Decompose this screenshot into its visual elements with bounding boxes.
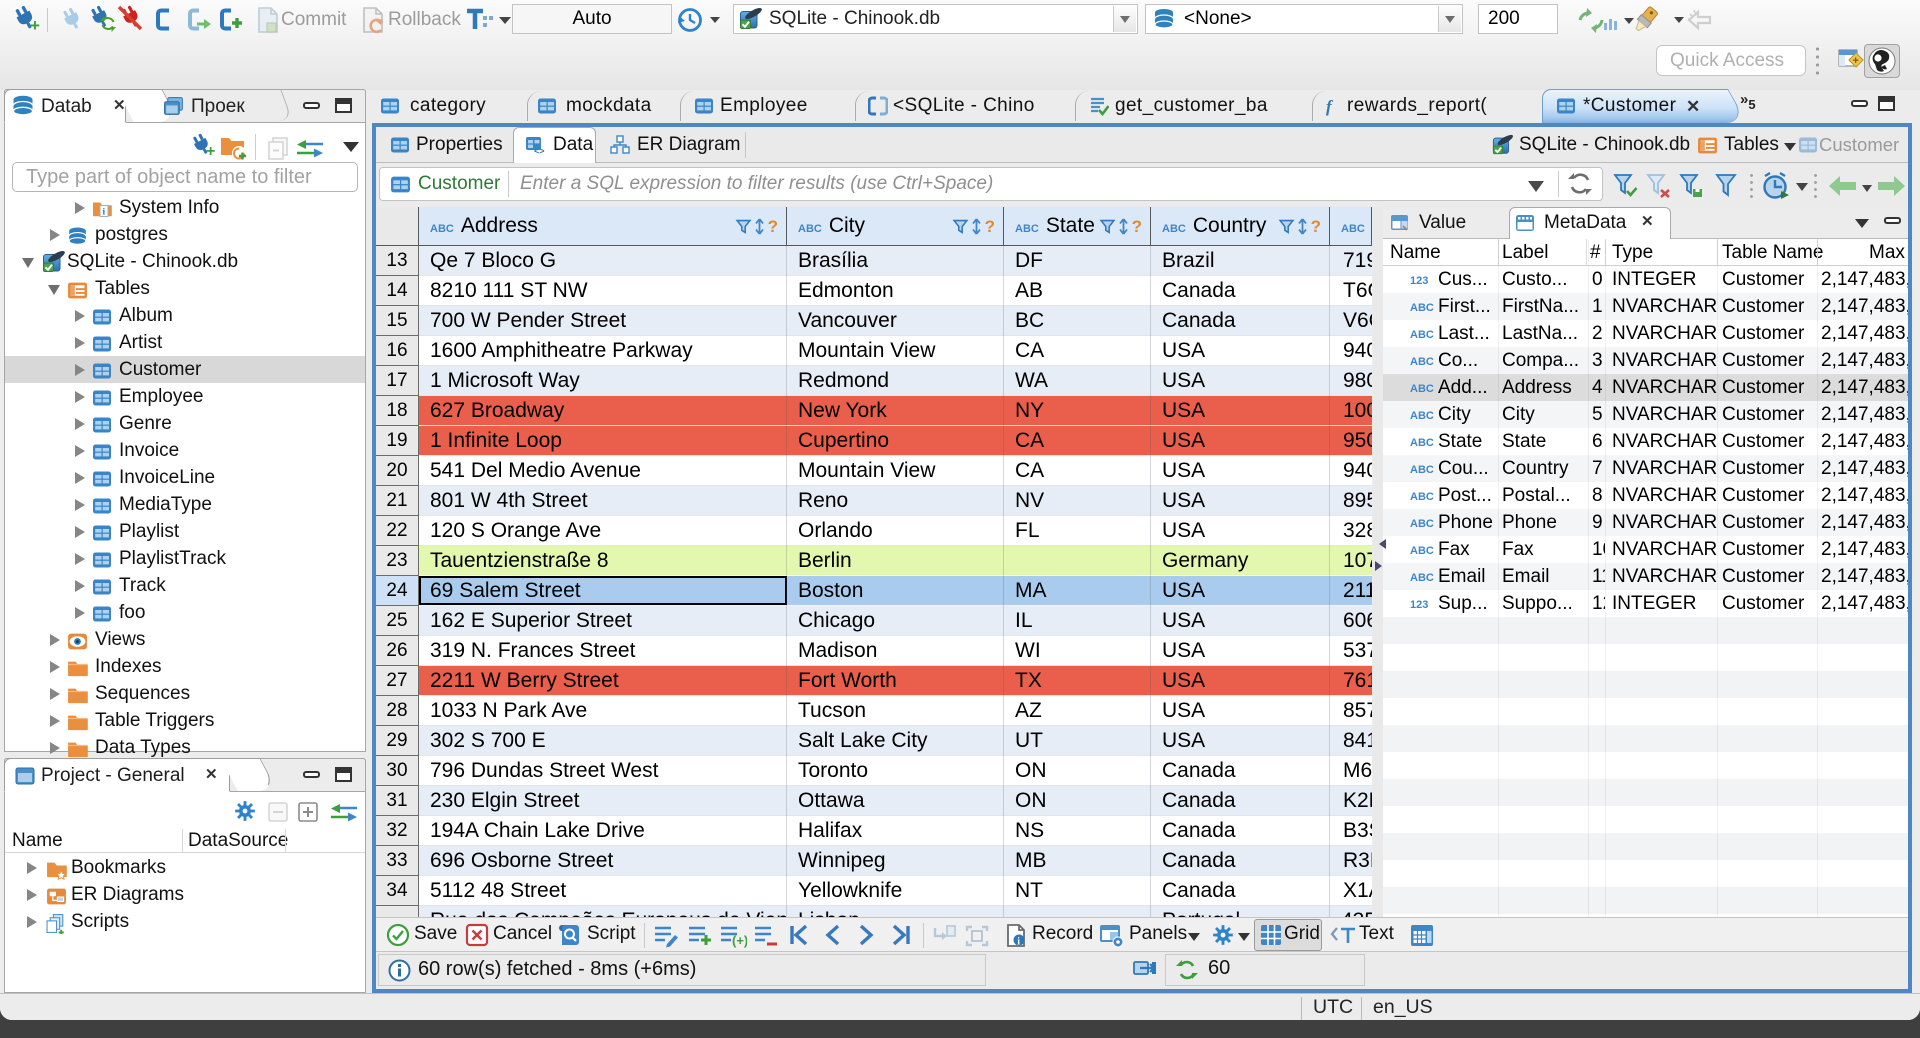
svg-text:i: i	[1017, 937, 1020, 948]
svg-text:(+): (+)	[732, 933, 747, 948]
svg-text:<>: <>	[534, 146, 545, 155]
svg-text:+: +	[1853, 55, 1859, 67]
